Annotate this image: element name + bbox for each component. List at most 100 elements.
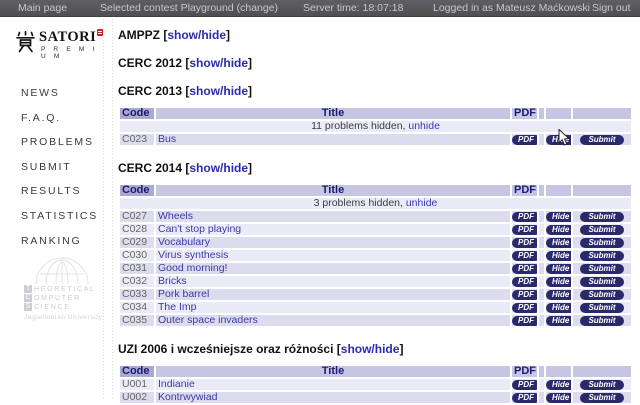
problem-title-link[interactable]: Outer space invaders xyxy=(158,315,258,326)
show-hide-link[interactable]: show/hide xyxy=(189,84,248,98)
problem-title-link[interactable]: Good morning! xyxy=(158,263,227,274)
sidebar-nav: NEWS F.A.Q. PROBLEMS SUBMIT RESULTS STAT… xyxy=(0,81,102,253)
column-header-hide xyxy=(546,108,571,119)
section-heading: CERC 2012 [show/hide] xyxy=(118,56,633,70)
problem-title-link[interactable]: Bus xyxy=(158,134,176,145)
tcs-watermark-logo: T HEORETICAL C OMPUTER S CIENCE Jagiello… xyxy=(24,250,100,321)
column-header-title: Title xyxy=(156,366,510,377)
sidebar-item-news[interactable]: NEWS xyxy=(21,81,102,106)
section-cerc-2012: CERC 2012 [show/hide] xyxy=(118,56,633,70)
logged-in-as: Logged in as Mateusz Maćkowski xyxy=(433,0,590,16)
show-hide-link[interactable]: show/hide xyxy=(189,161,248,175)
hide-button[interactable]: Hide xyxy=(546,316,571,326)
sign-out-link[interactable]: Sign out xyxy=(592,0,631,16)
submit-button[interactable]: Submit xyxy=(580,393,623,403)
pdf-button[interactable]: PDF xyxy=(512,251,537,261)
pdf-button[interactable]: PDF xyxy=(512,393,537,403)
main-page-link[interactable]: Main page xyxy=(18,0,67,16)
pdf-button[interactable]: PDF xyxy=(512,277,537,287)
hide-button[interactable]: Hide xyxy=(546,290,571,300)
problem-title-link[interactable]: The Imp xyxy=(158,302,197,313)
column-header-submit xyxy=(573,185,631,196)
section-title-text: UZI 2006 i wcześniejsze oraz różności xyxy=(118,342,333,356)
submit-button[interactable]: Submit xyxy=(580,277,623,287)
spacer-cell xyxy=(539,263,544,274)
pdf-button[interactable]: PDF xyxy=(512,290,537,300)
problem-title-link[interactable]: Indianie xyxy=(158,379,195,390)
hide-button[interactable]: Hide xyxy=(546,277,571,287)
submit-button[interactable]: Submit xyxy=(580,316,623,326)
hide-button[interactable]: Hide xyxy=(546,303,571,313)
sidebar-item-statistics[interactable]: STATISTICS xyxy=(21,204,102,229)
hide-button[interactable]: Hide xyxy=(546,264,571,274)
problems-table-cerc-2013: Code Title PDF 11 problems hidden, unhid… xyxy=(118,106,633,147)
column-header-submit xyxy=(573,108,631,119)
pdf-button[interactable]: PDF xyxy=(512,238,537,248)
tcs-rest-theoretical: HEORETICAL xyxy=(34,286,96,293)
section-title-text: AMPPZ xyxy=(118,28,160,42)
problem-title-link[interactable]: Pork barrel xyxy=(158,289,209,300)
hide-button[interactable]: Hide xyxy=(546,225,571,235)
tcs-box-s: S xyxy=(24,303,32,311)
problem-title-link[interactable]: Bricks xyxy=(158,276,187,287)
pdf-button[interactable]: PDF xyxy=(512,316,537,326)
submit-button[interactable]: Submit xyxy=(580,238,623,248)
submit-button[interactable]: Submit xyxy=(580,135,623,145)
hide-button[interactable]: Hide xyxy=(546,212,571,222)
show-hide-link[interactable]: show/hide xyxy=(167,28,226,42)
pdf-button[interactable]: PDF xyxy=(512,135,537,145)
hide-button[interactable]: Hide xyxy=(546,380,571,390)
hide-button[interactable]: Hide xyxy=(546,251,571,261)
pdf-button[interactable]: PDF xyxy=(512,212,537,222)
sidebar-item-problems[interactable]: PROBLEMS xyxy=(21,130,102,155)
submit-button[interactable]: Submit xyxy=(580,212,623,222)
problem-title-link[interactable]: Kontrwywiad xyxy=(158,392,218,403)
pdf-button[interactable]: PDF xyxy=(512,264,537,274)
problem-row: C027 Wheels PDF Hide Submit xyxy=(120,211,631,222)
spacer-cell xyxy=(539,392,544,403)
problem-code: C029 xyxy=(120,237,154,248)
problem-title-link[interactable]: Can't stop playing xyxy=(158,224,241,235)
selected-contest-prefix: Selected contest xyxy=(100,2,178,14)
hidden-problems-cell: 11 problems hidden, unhide xyxy=(120,121,631,132)
spacer-cell xyxy=(539,315,544,326)
pdf-button[interactable]: PDF xyxy=(512,225,537,235)
problem-title-link[interactable]: Wheels xyxy=(158,211,193,222)
satori-logo[interactable]: SATORI P R E M I U M xyxy=(15,29,102,60)
spacer-cell xyxy=(539,302,544,313)
submit-button[interactable]: Submit xyxy=(580,303,623,313)
submit-button[interactable]: Submit xyxy=(580,290,623,300)
sidebar-item-faq[interactable]: F.A.Q. xyxy=(21,106,102,131)
problem-row: C023 Bus PDF Hide Submit xyxy=(120,134,631,145)
hide-button[interactable]: Hide xyxy=(546,135,571,145)
sidebar-item-results[interactable]: RESULTS xyxy=(21,179,102,204)
problem-row: C028 Can't stop playing PDF Hide Submit xyxy=(120,224,631,235)
spacer-cell xyxy=(539,289,544,300)
main-content: AMPPZ [show/hide] CERC 2012 [show/hide] … xyxy=(118,16,633,405)
pdf-button[interactable]: PDF xyxy=(512,303,537,313)
show-hide-link[interactable]: show/hide xyxy=(189,56,248,70)
change-contest-link[interactable]: (change) xyxy=(237,2,278,14)
column-header-code: Code xyxy=(120,108,154,119)
show-hide-link[interactable]: show/hide xyxy=(341,342,400,356)
section-cerc-2014: CERC 2014 [show/hide] Code Title PDF 3 p… xyxy=(118,161,633,328)
submit-button[interactable]: Submit xyxy=(580,264,623,274)
hide-button[interactable]: Hide xyxy=(546,238,571,248)
pdf-button[interactable]: PDF xyxy=(512,380,537,390)
problem-title-link[interactable]: Vocabulary xyxy=(158,237,210,248)
unhide-link[interactable]: unhide xyxy=(408,121,440,132)
section-title-text: CERC 2013 xyxy=(118,84,182,98)
tcs-box-c: C xyxy=(24,294,32,302)
problem-title-link[interactable]: Virus synthesis xyxy=(158,250,228,261)
problem-code: C027 xyxy=(120,211,154,222)
spacer-cell xyxy=(539,134,544,145)
submit-button[interactable]: Submit xyxy=(580,251,623,261)
submit-button[interactable]: Submit xyxy=(580,225,623,235)
unhide-link[interactable]: unhide xyxy=(406,198,438,209)
spacer-cell xyxy=(539,237,544,248)
sidebar-item-submit[interactable]: SUBMIT xyxy=(21,155,102,180)
column-header-code: Code xyxy=(120,185,154,196)
problem-code: U001 xyxy=(120,379,154,390)
hide-button[interactable]: Hide xyxy=(546,393,571,403)
submit-button[interactable]: Submit xyxy=(580,380,623,390)
